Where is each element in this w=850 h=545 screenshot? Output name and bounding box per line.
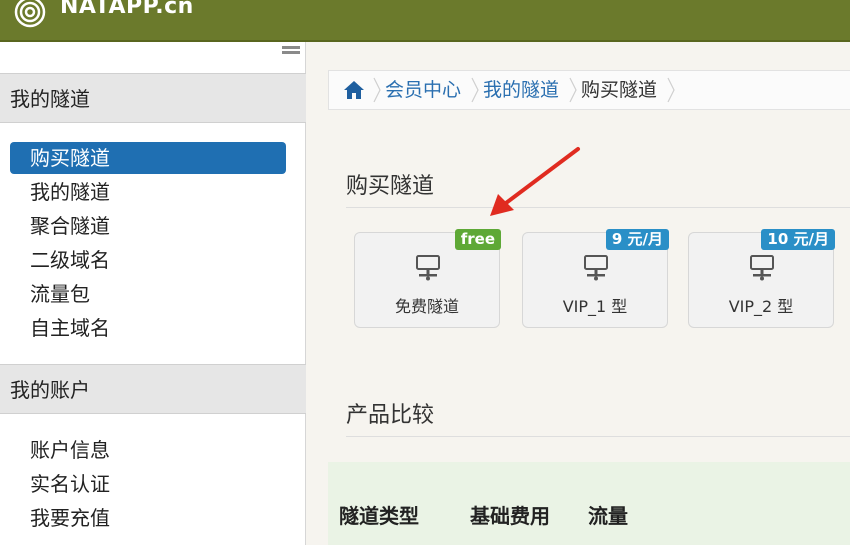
sidebar-section-account[interactable]: 我的账户 — [0, 364, 306, 414]
compare-divider — [346, 436, 850, 437]
breadcrumb-separator-icon — [471, 77, 479, 103]
breadcrumb: 会员中心 我的隧道 购买隧道 — [328, 70, 850, 110]
table-header-type: 隧道类型 — [339, 504, 419, 528]
badge-price: 10 元/月 — [761, 229, 835, 250]
breadcrumb-my-tunnels[interactable]: 我的隧道 — [483, 78, 559, 102]
table-header-traffic: 流量 — [588, 504, 628, 528]
sidebar-item-account-info[interactable]: 账户信息 — [10, 434, 286, 466]
sidebar-item-buy-tunnel[interactable]: 购买隧道 — [10, 142, 286, 174]
page-title: 购买隧道 — [346, 174, 435, 199]
breadcrumb-separator-icon — [667, 77, 675, 103]
card-label: 免费隧道 — [394, 297, 459, 316]
breadcrumb-separator-icon — [373, 77, 381, 103]
sidebar-item-custom-domain[interactable]: 自主域名 — [10, 312, 286, 344]
card-vip1-tunnel[interactable]: 9 元/月 VIP_1 型 — [522, 229, 669, 328]
sidebar-collapse-icon[interactable] — [282, 46, 300, 58]
compare-title: 产品比较 — [346, 403, 435, 428]
table-header-fee: 基础费用 — [470, 504, 550, 528]
sidebar-item-verification[interactable]: 实名认证 — [10, 468, 286, 500]
badge-free: free — [454, 229, 501, 250]
logo-text[interactable]: NATAPP.cn — [60, 0, 194, 19]
sidebar: 我的隧道 购买隧道 我的隧道 聚合隧道 二级域名 流量包 自主域名 我的账户 账… — [0, 42, 306, 545]
logo-icon[interactable] — [14, 0, 46, 28]
card-label: VIP_2 型 — [728, 297, 794, 316]
sidebar-section-tunnels[interactable]: 我的隧道 — [0, 73, 306, 123]
card-free-tunnel[interactable]: free 免费隧道 — [354, 229, 501, 328]
sidebar-item-traffic-pack[interactable]: 流量包 — [10, 278, 286, 310]
breadcrumb-current: 购买隧道 — [581, 79, 658, 101]
title-divider — [346, 207, 850, 208]
breadcrumb-member-center[interactable]: 会员中心 — [385, 78, 461, 102]
home-icon[interactable] — [343, 80, 365, 100]
sidebar-item-subdomain[interactable]: 二级域名 — [10, 244, 286, 276]
breadcrumb-separator-icon — [569, 77, 577, 103]
server-icon — [584, 255, 608, 281]
card-vip2-tunnel[interactable]: 10 元/月 VIP_2 型 — [688, 229, 835, 328]
main-content: 会员中心 我的隧道 购买隧道 购买隧道 free 免费隧道 9 元/月 VIP_… — [306, 42, 850, 545]
sidebar-item-recharge[interactable]: 我要充值 — [10, 502, 286, 534]
server-icon — [416, 255, 440, 281]
sidebar-item-aggregate-tunnels[interactable]: 聚合隧道 — [10, 210, 286, 242]
badge-price: 9 元/月 — [605, 229, 669, 250]
sidebar-item-my-tunnels[interactable]: 我的隧道 — [10, 176, 286, 208]
card-label: VIP_1 型 — [562, 297, 628, 316]
server-icon — [750, 255, 774, 281]
top-bar: NATAPP.cn — [0, 0, 850, 42]
